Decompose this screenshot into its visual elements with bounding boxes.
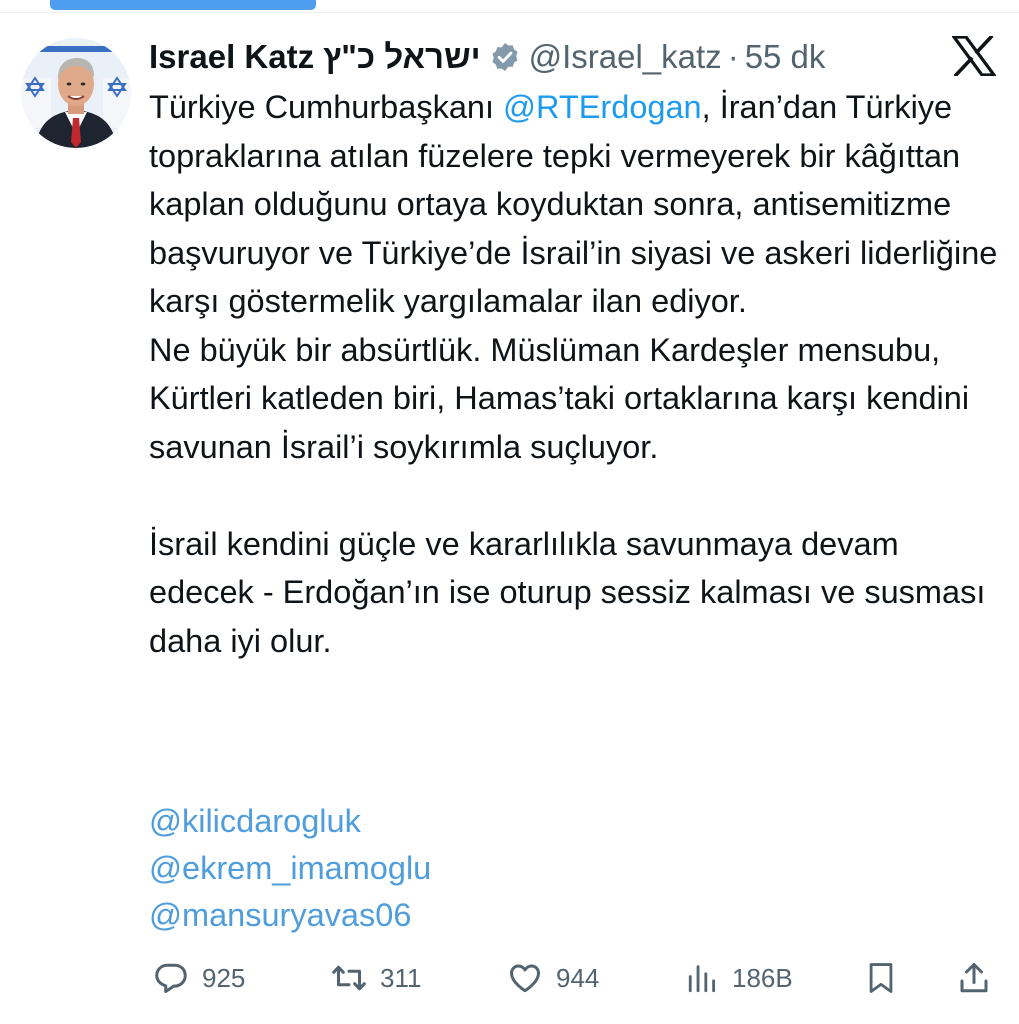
mentions-list: @kilicdarogluk @ekrem_imamoglu @mansurya… [149,798,431,939]
avatar[interactable] [21,38,131,148]
bookmark-icon [864,959,898,997]
avatar-image [21,38,131,148]
retweet-count: 311 [380,962,422,993]
story-progress-bar [0,0,1019,12]
verified-badge-icon[interactable] [489,41,521,73]
tweet-actions-bar: 925 311 944 186B [0,950,1019,1006]
tweet-text: Türkiye Cumhurbaşkanı @RTErdogan, İran’d… [149,83,1009,665]
retweet-button[interactable]: 311 [330,950,421,1006]
tweet-paragraph-2: Ne büyük bir absürtlük. Müslüman Kardeşl… [149,331,970,465]
share-button[interactable] [956,950,992,1006]
top-divider [0,12,1019,13]
x-logo-icon[interactable] [950,34,998,78]
author-display-name[interactable]: Israel Katz [149,38,314,76]
story-progress-fill [50,0,316,10]
tweet-time[interactable]: 55 dk [745,38,826,76]
bookmark-button[interactable] [864,950,898,1006]
reply-button[interactable]: 925 [152,950,245,1006]
mention-link[interactable]: @mansuryavas06 [149,892,431,939]
mention-rterdogan-link[interactable]: @RTErdogan [503,89,702,125]
reply-count: 925 [202,962,246,993]
views-button[interactable]: 186B [686,950,793,1006]
mention-link[interactable]: @kilicdarogluk [149,798,431,845]
views-chart-icon [686,960,720,996]
tweet-paragraph-3: İsrail kendini güçle ve kararlılıkla sav… [149,525,986,659]
like-count: 944 [556,962,600,993]
reply-icon [152,960,190,996]
mention-link[interactable]: @ekrem_imamoglu [149,845,431,892]
tweet-header: Israel Katz ישראל כ"ץ @Israel_katz · 55 … [149,32,825,82]
author-handle[interactable]: @Israel_katz [529,38,722,76]
tweet-paragraph-1: Türkiye Cumhurbaşkanı @RTErdogan, İran’d… [149,83,1009,326]
views-count: 186B [732,962,793,993]
author-hebrew-name[interactable]: ישראל כ"ץ [323,38,481,76]
share-icon [956,959,992,997]
paragraph-1-prefix: Türkiye Cumhurbaşkanı [149,89,504,125]
heart-icon [506,960,544,996]
like-button[interactable]: 944 [506,950,599,1006]
header-separator: · [727,38,739,75]
retweet-icon [330,960,368,996]
